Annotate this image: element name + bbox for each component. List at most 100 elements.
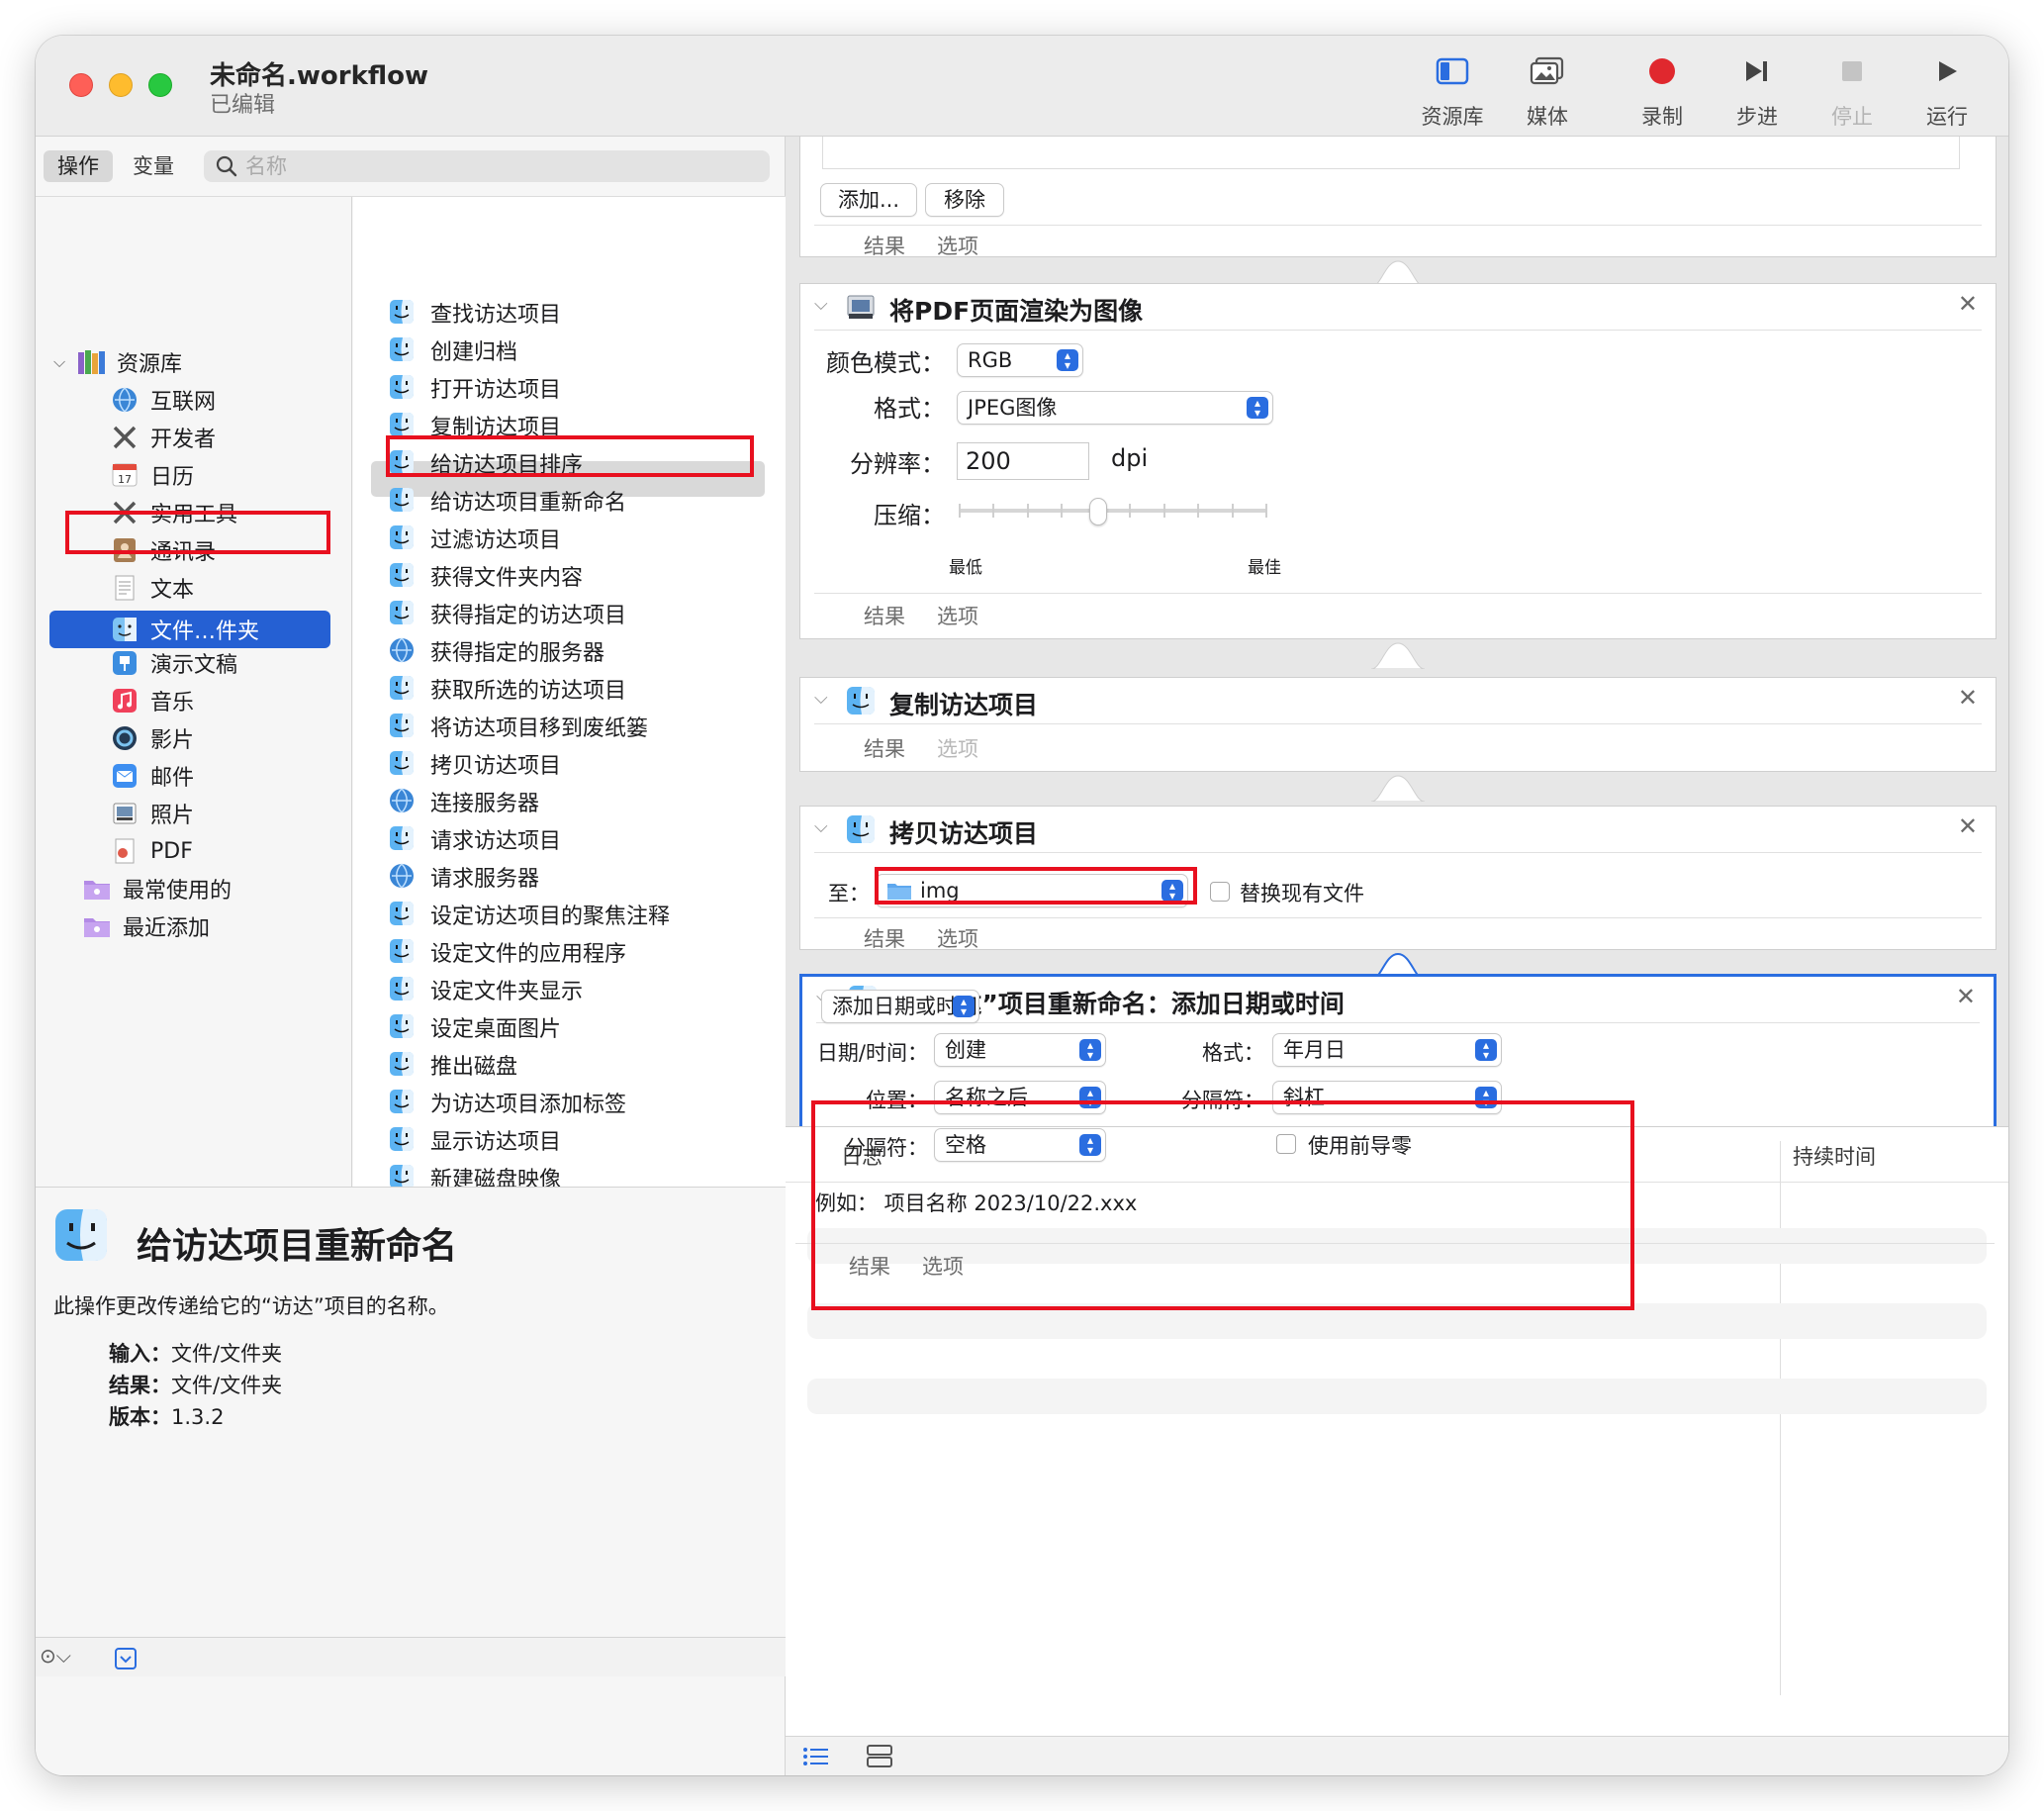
popup-arrows-icon: ▴ ▾ xyxy=(1475,1039,1497,1061)
library-movies[interactable]: 影片 xyxy=(111,721,194,755)
action-item[interactable]: 设定访达项目的聚焦注释 xyxy=(389,898,670,931)
close-icon[interactable]: ✕ xyxy=(1958,684,1978,712)
library-photos[interactable]: 照片 xyxy=(111,797,194,830)
action-item[interactable]: 获得指定的访达项目 xyxy=(389,597,626,630)
finder-icon xyxy=(389,976,417,1003)
action-item[interactable]: 将访达项目移到废纸篓 xyxy=(389,710,648,743)
finder-icon xyxy=(389,562,417,590)
step-toolbar-button[interactable]: 步进 xyxy=(1710,49,1805,133)
render-pdf-card: ⌵ 将PDF页面渲染为图像 ✕ 颜色模式： RGB ▴ ▾ 格式： JPEG图像 ▴ ▾… xyxy=(799,283,1997,639)
text-document-icon xyxy=(111,574,139,602)
highlight-destination xyxy=(875,867,1197,905)
media-toolbar-button[interactable]: 媒体 xyxy=(1500,49,1595,133)
list-view-icon[interactable] xyxy=(803,1747,829,1766)
run-toolbar-button[interactable]: 运行 xyxy=(1900,49,1995,133)
action-item[interactable]: 查找访达项目 xyxy=(389,296,561,330)
library-files-folders[interactable]: 文件…件夹 xyxy=(111,613,259,646)
record-toolbar-button[interactable]: 录制 xyxy=(1615,49,1710,133)
action-item[interactable]: 创建归档 xyxy=(389,334,517,367)
library-recently-added[interactable]: 最近添加 xyxy=(83,909,210,943)
options-tab[interactable]: 选项 xyxy=(937,231,978,260)
search-input[interactable] xyxy=(245,154,720,178)
results-tab[interactable]: 结果 xyxy=(864,923,905,953)
options-tab[interactable]: 选项 xyxy=(937,601,978,630)
close-window-button[interactable] xyxy=(69,73,93,97)
left-pane: 操作 变量 ⌵ 资源库 互联网 开发者 xyxy=(36,137,786,1775)
record-icon xyxy=(1615,49,1710,93)
library-internet[interactable]: 互联网 xyxy=(111,383,216,417)
finder-icon xyxy=(389,600,417,627)
remove-button[interactable]: 移除 xyxy=(925,183,1004,217)
tab-variables[interactable]: 变量 xyxy=(119,150,188,182)
close-icon[interactable]: ✕ xyxy=(1958,812,1978,840)
tab-actions[interactable]: 操作 xyxy=(44,150,113,182)
format-select[interactable]: JPEG图像 ▴ ▾ xyxy=(957,391,1273,425)
action-item[interactable]: 获取所选的访达项目 xyxy=(389,672,626,706)
action-item[interactable]: 打开访达项目 xyxy=(389,371,561,405)
action-item[interactable]: 推出磁盘 xyxy=(389,1048,517,1082)
datetime-select[interactable]: 创建 ▴ ▾ xyxy=(934,1033,1106,1067)
action-item[interactable]: 获得文件夹内容 xyxy=(389,559,583,593)
zoom-window-button[interactable] xyxy=(148,73,172,97)
results-tab[interactable]: 结果 xyxy=(864,733,905,763)
library-music[interactable]: 音乐 xyxy=(111,684,194,717)
action-item[interactable]: 为访达项目添加标签 xyxy=(389,1086,626,1119)
collapse-chevron-icon[interactable]: ⌵ xyxy=(814,688,828,709)
options-tab[interactable]: 选项 xyxy=(937,923,978,953)
search-icon xyxy=(216,155,237,177)
action-item[interactable]: 设定桌面图片 xyxy=(389,1010,561,1044)
finder-icon xyxy=(389,1013,417,1041)
library-text[interactable]: 文本 xyxy=(111,571,194,605)
library-toolbar-button[interactable]: 资源库 xyxy=(1405,49,1500,133)
date-format-select[interactable]: 年月日 ▴ ▾ xyxy=(1272,1033,1502,1067)
close-icon[interactable]: ✕ xyxy=(1958,290,1978,318)
replace-existing-checkbox[interactable] xyxy=(1210,882,1230,902)
finder-icon xyxy=(389,524,417,552)
action-item[interactable]: 给访达项目重新命名 xyxy=(389,484,626,518)
resolution-field[interactable]: 200 xyxy=(957,442,1089,480)
action-item[interactable]: 过滤访达项目 xyxy=(389,522,561,555)
slider-knob[interactable] xyxy=(1089,498,1107,525)
finder-icon xyxy=(389,713,417,740)
title-bar: 未命名.workflow 已编辑 资源库 媒体 录制 步进 停止 运行 xyxy=(36,36,2008,137)
action-item[interactable]: 拷贝访达项目 xyxy=(389,747,561,781)
smart-folder-icon xyxy=(83,912,111,940)
color-mode-select[interactable]: RGB ▴ ▾ xyxy=(957,343,1083,377)
collapse-chevron-icon[interactable]: ⌵ xyxy=(814,294,828,315)
library-presentations[interactable]: 演示文稿 xyxy=(111,646,237,680)
collapse-chevron-icon[interactable]: ⌵ xyxy=(814,816,828,837)
results-tab[interactable]: 结果 xyxy=(864,601,905,630)
stop-toolbar-button[interactable]: 停止 xyxy=(1805,49,1900,133)
preview-icon xyxy=(847,295,875,319)
add-button[interactable]: 添加... xyxy=(820,183,917,217)
description-toggle-icon[interactable] xyxy=(115,1648,137,1669)
highlight-library-selection xyxy=(65,511,330,554)
description-version: 版本：1.3.2 xyxy=(109,1405,225,1429)
library-developer[interactable]: 开发者 xyxy=(111,421,216,454)
library-pdf[interactable]: PDF xyxy=(111,834,193,868)
options-tab[interactable]: 选项 xyxy=(937,733,978,763)
library-list: ⌵ 资源库 互联网 开发者 17 日历 实用工具 通讯录 文本 文件…件夹 演示… xyxy=(36,197,352,1187)
library-mail[interactable]: 邮件 xyxy=(111,759,194,793)
action-item[interactable]: 获得指定的服务器 xyxy=(389,634,604,668)
more-options-icon[interactable]: ⊙⌵ xyxy=(40,1644,71,1668)
automator-window: 未命名.workflow 已编辑 资源库 媒体 录制 步进 停止 运行 操作 变… xyxy=(36,36,2008,1775)
action-item[interactable]: 设定文件的应用程序 xyxy=(389,935,626,969)
action-item[interactable]: 请求访达项目 xyxy=(389,822,561,856)
split-view-icon[interactable] xyxy=(867,1745,892,1768)
action-item[interactable]: 设定文件夹显示 xyxy=(389,973,583,1006)
action-item[interactable]: 显示访达项目 xyxy=(389,1123,561,1157)
minimize-window-button[interactable] xyxy=(109,73,133,97)
finder-icon xyxy=(111,616,139,643)
library-root[interactable]: ⌵ 资源库 xyxy=(53,345,182,379)
library-calendar[interactable]: 17 日历 xyxy=(111,458,194,492)
library-most-used[interactable]: 最常使用的 xyxy=(83,872,232,906)
rename-mode-select[interactable]: 添加日期或时间 ▴ ▾ xyxy=(821,990,979,1023)
finder-icon xyxy=(847,815,875,843)
finder-icon xyxy=(389,1051,417,1079)
action-item[interactable]: 连接服务器 xyxy=(389,785,539,818)
search-field[interactable] xyxy=(204,150,770,182)
compression-slider[interactable] xyxy=(959,496,1267,525)
action-item[interactable]: 请求服务器 xyxy=(389,860,539,894)
results-tab[interactable]: 结果 xyxy=(864,231,905,260)
